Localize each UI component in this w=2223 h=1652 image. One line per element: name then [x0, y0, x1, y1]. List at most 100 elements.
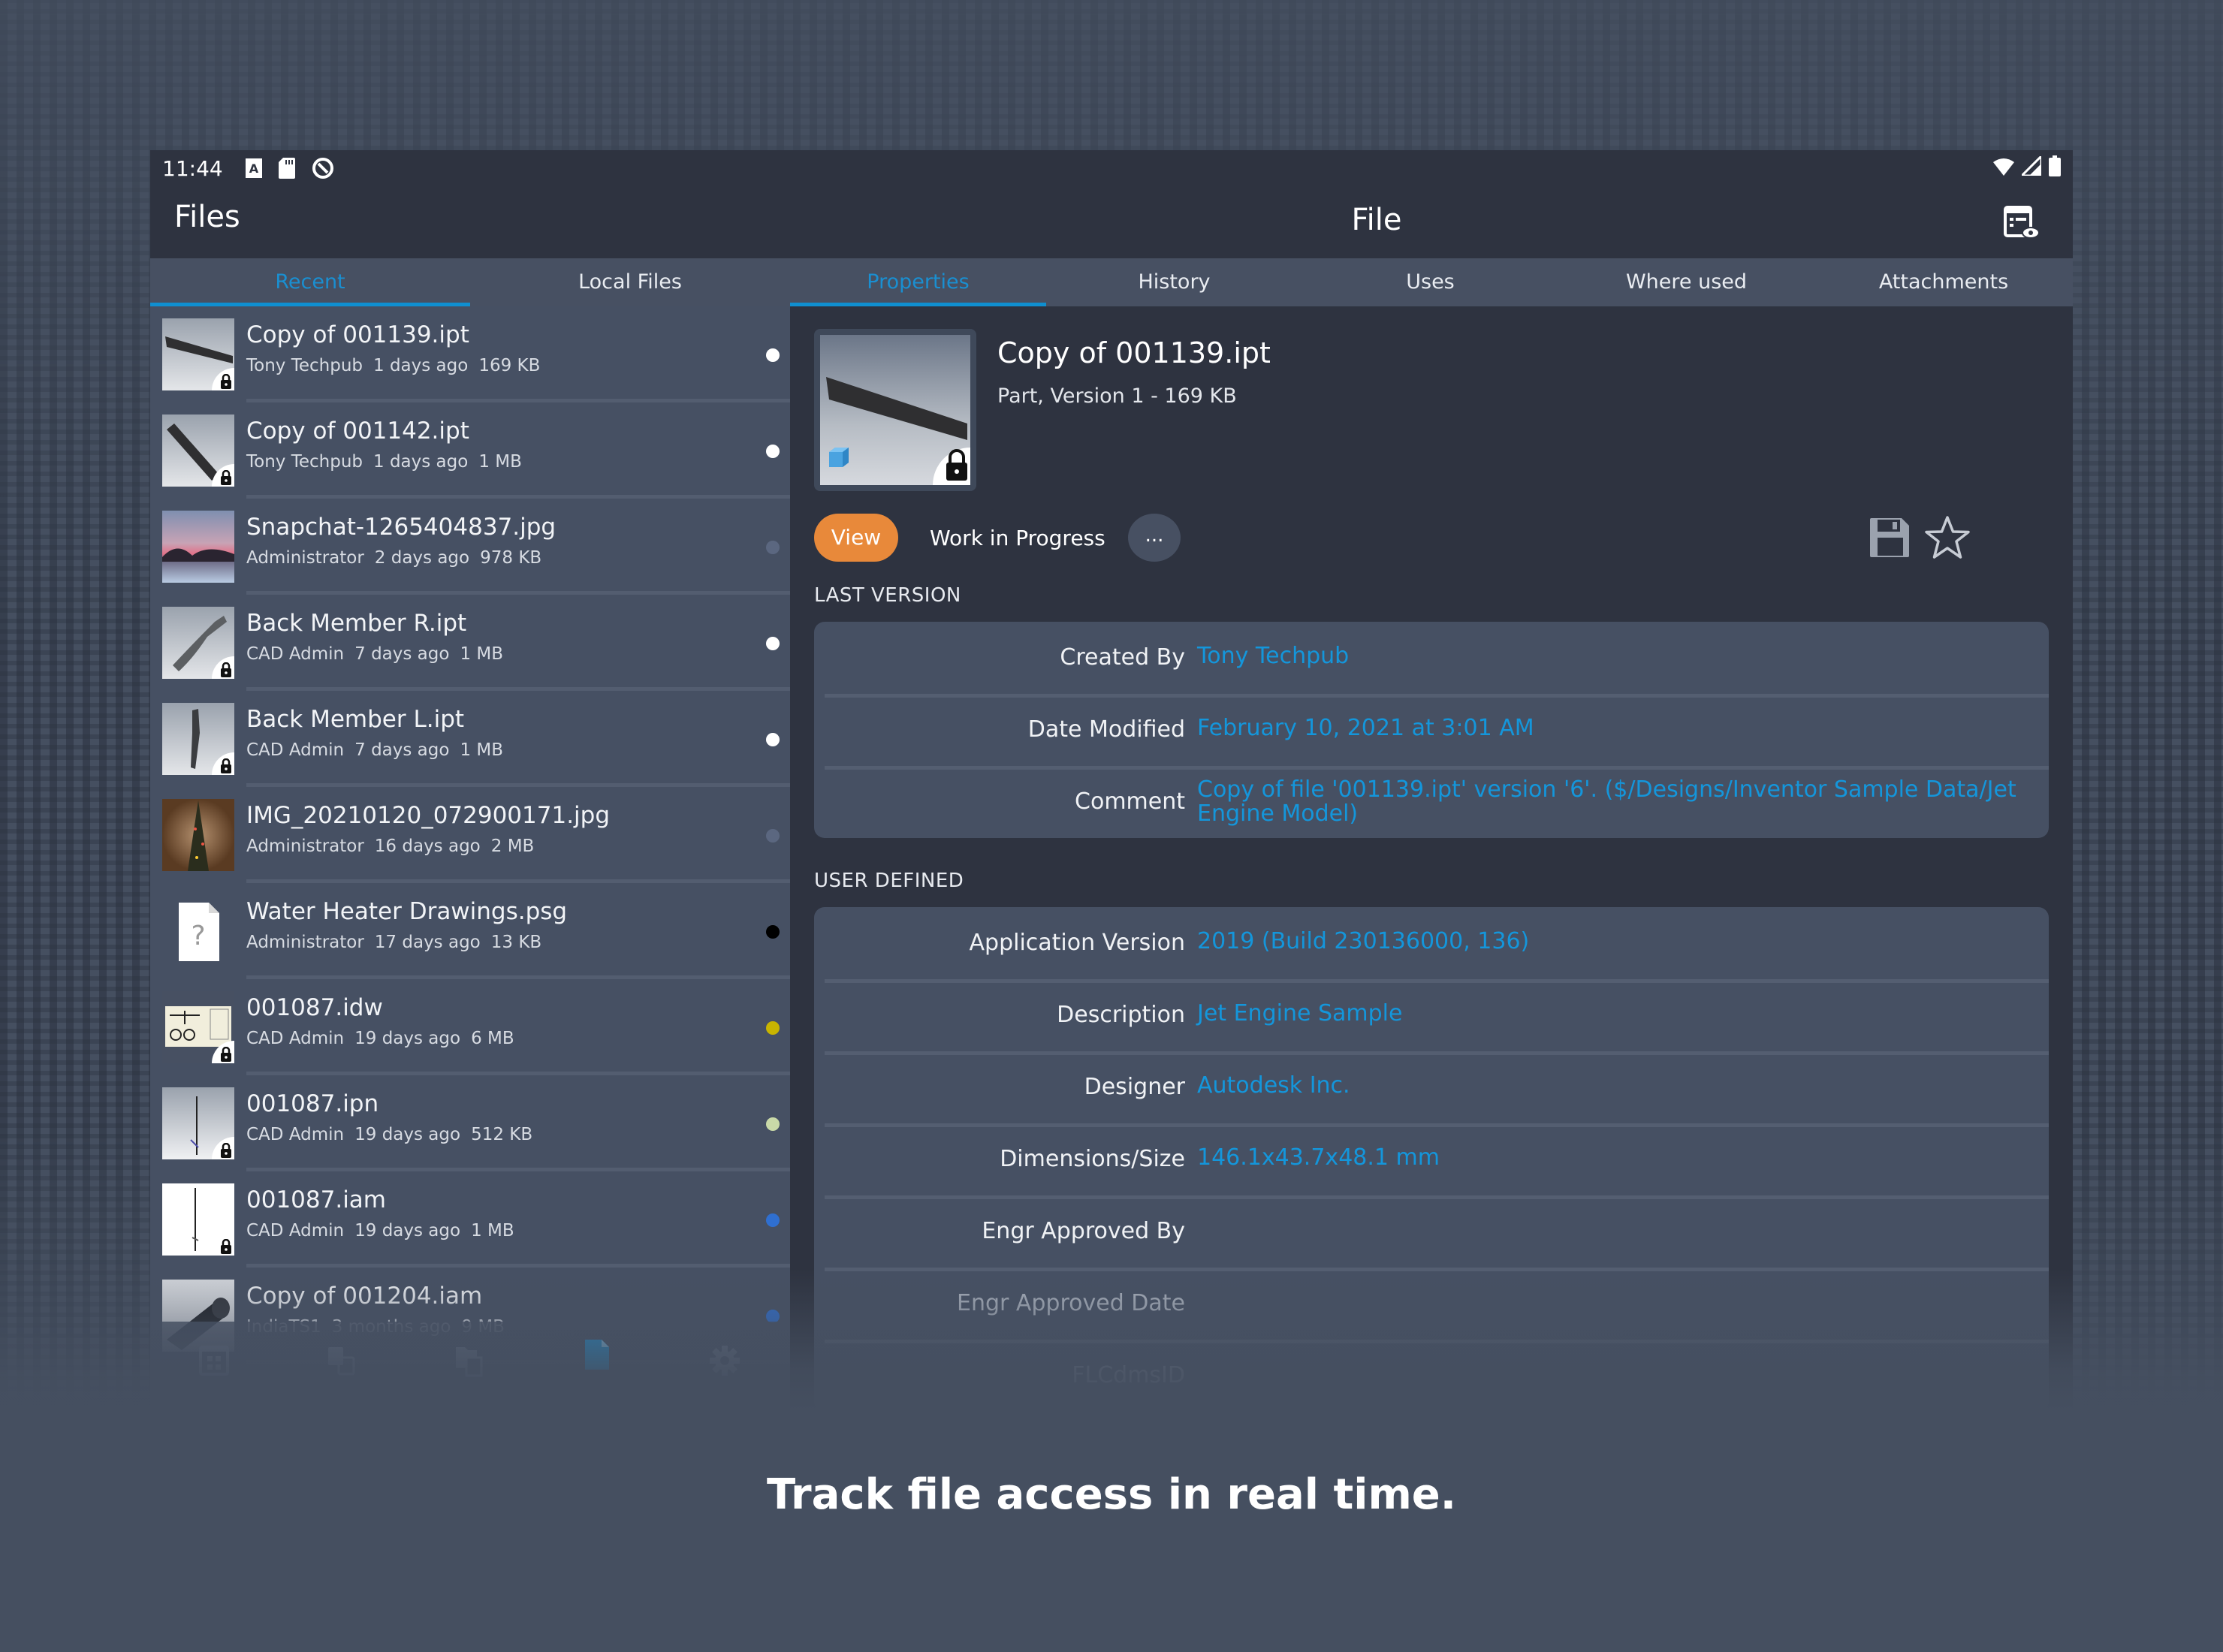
property-value[interactable]: 2019 (Build 230136000, 136)	[1197, 930, 2026, 954]
file-meta: Tony Techpub 1 days ago 169 KB	[246, 356, 550, 375]
tab-local-files[interactable]: Local Files	[470, 258, 790, 306]
status-bar: 11:44 A	[150, 150, 2073, 186]
file-thumbnail	[162, 703, 234, 775]
property-label: Created By	[1060, 644, 1185, 671]
save-icon	[1870, 518, 1909, 557]
file-list-item[interactable]: Back Member L.ipt CAD Admin 7 days ago 1 MB	[150, 691, 790, 787]
property-row: FLCdmsID	[814, 1340, 2049, 1412]
property-row: Designer Autodesk Inc.	[814, 1051, 2049, 1123]
file-status-dot	[766, 733, 780, 746]
property-label: Description	[1057, 1002, 1185, 1028]
file-user: Administrator	[246, 837, 364, 856]
settings-gear-icon	[710, 1346, 740, 1376]
file-list-item[interactable]: Back Member R.ipt CAD Admin 7 days ago 1 MB	[150, 595, 790, 691]
property-row: Description Jet Engine Sample	[814, 979, 2049, 1051]
file-meta: CAD Admin 19 days ago 6 MB	[246, 1029, 525, 1048]
file-meta: Administrator 2 days ago 978 KB	[246, 548, 552, 568]
tab-recent[interactable]: Recent	[150, 258, 470, 306]
tab-history[interactable]: History	[1046, 258, 1302, 306]
file-age: 7 days ago	[354, 644, 450, 664]
file-status-dot	[766, 925, 780, 939]
more-button[interactable]: ...	[1128, 514, 1181, 562]
property-value[interactable]: February 10, 2021 at 3:01 AM	[1197, 716, 2026, 740]
property-value[interactable]: 146.1x43.7x48.1 mm	[1197, 1146, 2026, 1170]
property-row: Engr Approved Date	[814, 1268, 2049, 1340]
svg-text:?: ?	[191, 921, 205, 951]
lifecycle-state: Work in Progress	[930, 526, 1105, 550]
property-label: FLCdmsID	[1072, 1362, 1185, 1388]
properties-view-button[interactable]	[2002, 204, 2040, 242]
file-name: 001087.ipn	[246, 1090, 379, 1117]
nav-dashboard[interactable]	[192, 1338, 237, 1383]
file-status-dot	[766, 1213, 780, 1227]
file-status-dot	[766, 637, 780, 650]
properties-view-icon	[2004, 206, 2040, 239]
property-value[interactable]: Copy of file '001139.ipt' version '6'. (…	[1197, 778, 2026, 826]
file-list-item[interactable]: IMG_20210120_072900171.jpg Administrator 1…	[150, 787, 790, 883]
tab-properties[interactable]: Properties	[790, 258, 1046, 306]
save-button[interactable]	[1869, 517, 1911, 562]
file-name: Copy of 001204.iam	[246, 1283, 483, 1310]
battery-icon	[2049, 155, 2061, 182]
file-size: 512 KB	[471, 1125, 533, 1144]
file-age: 16 days ago	[374, 837, 481, 856]
recent-files-list: Copy of 001139.ipt Tony Techpub 1 days ago…	[150, 306, 790, 1412]
file-meta: CAD Admin 7 days ago 1 MB	[246, 740, 514, 760]
last-version-heading: LAST VERSION	[814, 584, 961, 607]
property-label: Comment	[1075, 788, 1185, 815]
file-user: Administrator	[246, 548, 364, 568]
file-title: File	[1351, 203, 1402, 237]
file-size: 13 KB	[490, 933, 542, 952]
property-row: Application Version 2019 (Build 230136000…	[814, 907, 2049, 979]
view-button[interactable]: View	[814, 514, 898, 562]
file-user: CAD Admin	[246, 644, 345, 664]
file-preview[interactable]	[814, 329, 976, 491]
file-age: 1 days ago	[373, 452, 469, 472]
tab-uses[interactable]: Uses	[1302, 258, 1558, 306]
property-row: Created By Tony Techpub	[814, 622, 2049, 694]
file-thumbnail	[162, 607, 234, 679]
keyboard-a-icon: A	[245, 158, 262, 178]
file-age: 19 days ago	[354, 1125, 461, 1144]
properties-panel: Copy of 001139.ipt Part, Version 1 - 169…	[790, 306, 2073, 1412]
tab-attachments[interactable]: Attachments	[1814, 258, 2073, 306]
file-list-item[interactable]: 001087.ipn CAD Admin 19 days ago 512 KB	[150, 1075, 790, 1171]
file-list-item[interactable]: Copy of 001142.ipt Tony Techpub 1 days ago…	[150, 402, 790, 499]
file-list-item[interactable]: Copy of 001139.ipt Tony Techpub 1 days ago…	[150, 306, 790, 402]
file-name: 001087.iam	[246, 1186, 386, 1213]
nav-settings[interactable]	[702, 1338, 747, 1383]
file-name: IMG_20210120_072900171.jpg	[246, 802, 611, 829]
property-value[interactable]: Autodesk Inc.	[1197, 1074, 2026, 1098]
file-status-dot	[766, 445, 780, 458]
project-files-icon	[456, 1347, 483, 1377]
property-label: Engr Approved By	[982, 1218, 1185, 1244]
file-size: 1 MB	[471, 1221, 514, 1241]
tab-where-used[interactable]: Where used	[1558, 258, 1814, 306]
file-icon	[585, 1340, 609, 1370]
nav-project-files[interactable]	[447, 1338, 492, 1383]
favorite-button[interactable]	[1924, 515, 1971, 563]
file-list-item[interactable]: ? Water Heater Drawings.psg Administrator 1…	[150, 883, 790, 979]
file-age: 2 days ago	[374, 548, 470, 568]
file-user: CAD Admin	[246, 1029, 345, 1048]
property-value[interactable]: Jet Engine Sample	[1197, 1002, 2026, 1026]
file-user: Tony Techpub	[246, 356, 363, 375]
file-meta: CAD Admin 19 days ago 1 MB	[246, 1221, 525, 1241]
file-list-item[interactable]: Snapchat-1265404837.jpg Administrator 2 da…	[150, 499, 790, 595]
file-age: 1 days ago	[373, 356, 469, 375]
file-name: 001087.idw	[246, 994, 383, 1021]
wifi-icon	[1993, 156, 2014, 181]
file-size: 6 MB	[471, 1029, 514, 1048]
file-list-item[interactable]: 001087.idw CAD Admin 19 days ago 6 MB	[150, 979, 790, 1075]
file-status-dot	[766, 1117, 780, 1131]
file-list-item[interactable]: 001087.iam CAD Admin 19 days ago 1 MB	[150, 1171, 790, 1268]
property-value[interactable]: Tony Techpub	[1197, 644, 2026, 668]
property-label: Dimensions/Size	[1000, 1146, 1185, 1172]
file-user: Tony Techpub	[246, 452, 363, 472]
file-meta: Administrator 16 days ago 2 MB	[246, 837, 544, 856]
tab-bar: Recent Local Files Properties History Us…	[150, 258, 2073, 306]
nav-file[interactable]	[575, 1332, 620, 1377]
file-user: CAD Admin	[246, 1125, 345, 1144]
nav-copy-design[interactable]	[319, 1338, 364, 1383]
user-defined-card: Application Version 2019 (Build 230136000…	[814, 907, 2049, 1412]
